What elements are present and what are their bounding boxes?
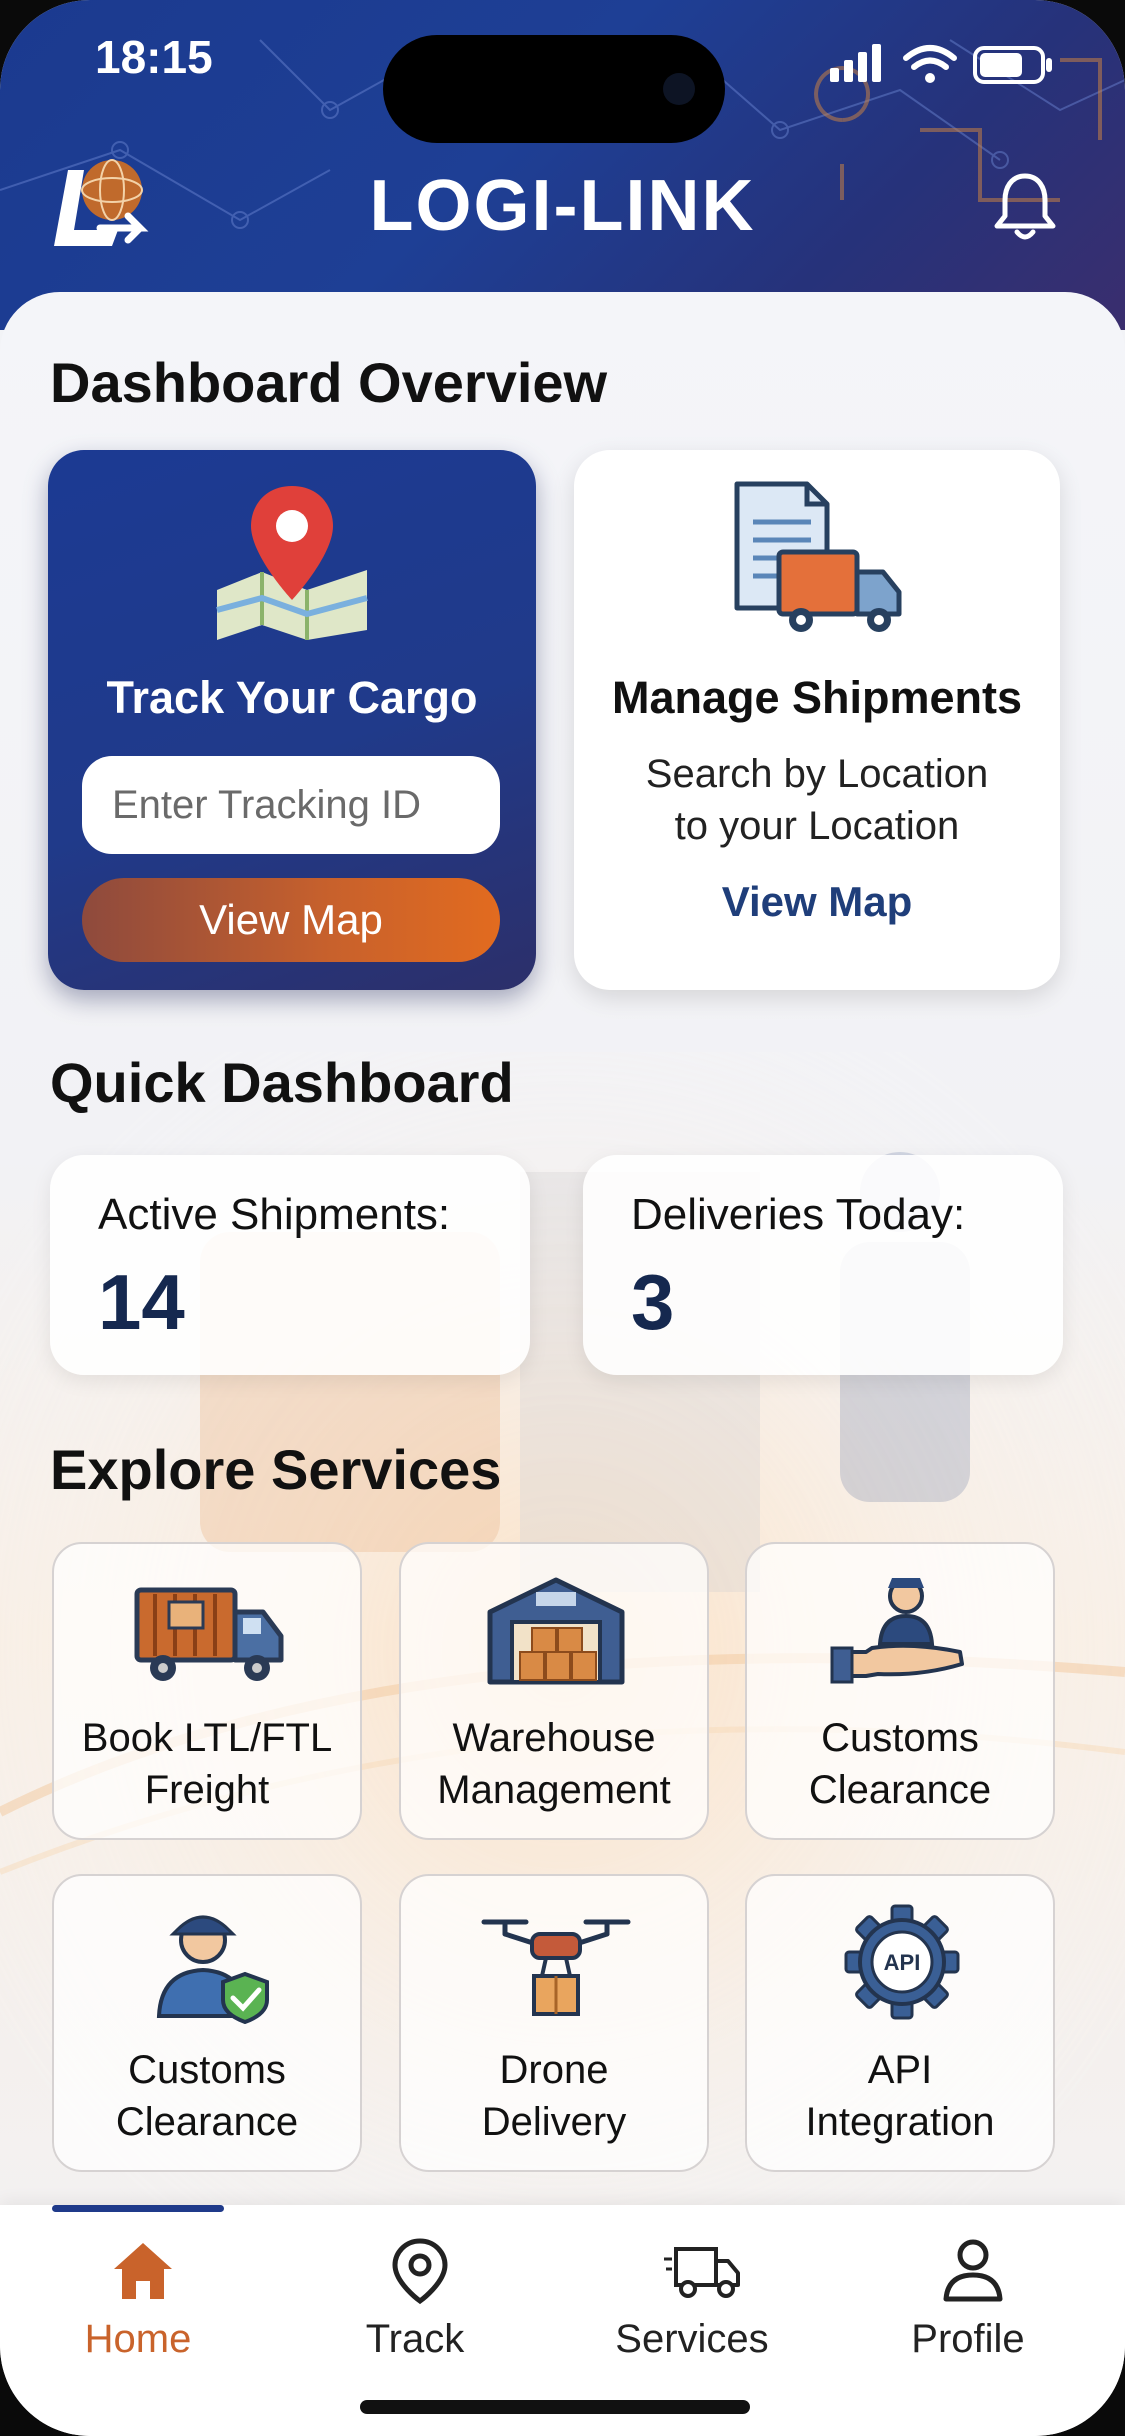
status-time: 18:15 (95, 31, 213, 83)
nav-home[interactable]: Home (28, 2235, 248, 2375)
track-cargo-title: Track Your Cargo (106, 672, 478, 723)
manage-shipments-card[interactable]: Manage Shipments Search by Location to y… (574, 450, 1060, 990)
app-title: LOGI-LINK (369, 166, 756, 246)
map-pin-icon (216, 486, 368, 640)
manage-shipments-subtitle: Search by Location to your Location (645, 752, 989, 848)
nav-track[interactable]: Track (305, 2235, 525, 2375)
manage-shipments-title: Manage Shipments (611, 672, 1023, 723)
deliveries-today-stat[interactable]: Deliveries Today: 3 (583, 1155, 1063, 1375)
dynamic-island (383, 35, 725, 143)
service-tile-customs-clearance-1[interactable]: Customs Clearance (745, 1542, 1055, 1840)
svg-text:API: API (884, 1950, 921, 1975)
service-tile-book-freight[interactable]: Book LTL/FTL Freight (52, 1542, 362, 1840)
wifi-icon (903, 45, 957, 70)
track-cargo-card: Track Your Cargo View Map (48, 450, 536, 990)
explore-services-heading: Explore Services (50, 1438, 502, 1501)
service-tile-customs-clearance-2[interactable]: Customs Clearance (52, 1874, 362, 2172)
nav-profile[interactable]: Profile (858, 2235, 1078, 2375)
service-tile-api-integration[interactable]: API API Integration (745, 1874, 1055, 2172)
location-pin-icon (392, 2238, 448, 2305)
truck-icon (134, 1587, 284, 1681)
active-shipments-stat[interactable]: Active Shipments: 14 (50, 1155, 530, 1375)
officer-shield-icon (156, 1915, 269, 2024)
track-view-map-button[interactable]: View Map (82, 878, 500, 962)
active-tab-indicator (52, 2205, 224, 2212)
nav-services[interactable]: Services (582, 2235, 802, 2375)
status-icons (830, 44, 1052, 84)
battery-icon (973, 46, 1052, 84)
api-gear-icon: API (844, 1904, 960, 2020)
drone-icon (481, 1919, 631, 2016)
service-tile-drone-delivery[interactable]: Drone Delivery (399, 1874, 709, 2172)
home-icon (114, 2243, 172, 2299)
header-bar: 18:15 LOGI-LINK (0, 0, 1125, 330)
app-screen: 18:15 LOGI-LINK Dashboard Overview Track… (0, 0, 1125, 2436)
hand-person-icon (830, 1578, 964, 1684)
dashboard-overview-heading: Dashboard Overview (50, 351, 608, 414)
home-indicator[interactable] (360, 2400, 750, 2414)
status-bar: 18:15 (0, 30, 1125, 143)
service-tile-warehouse[interactable]: Warehouse Management (399, 1542, 709, 1840)
signal-icon (830, 44, 881, 82)
person-icon (943, 2239, 1003, 2302)
truck-icon (664, 2247, 740, 2298)
bell-icon[interactable] (993, 170, 1057, 242)
warehouse-icon (487, 1577, 625, 1685)
document-truck-icon (734, 481, 902, 632)
quick-dashboard-heading: Quick Dashboard (50, 1051, 514, 1114)
shipments-view-map-link[interactable]: View Map (574, 878, 1060, 926)
tracking-id-input[interactable] (82, 756, 500, 854)
